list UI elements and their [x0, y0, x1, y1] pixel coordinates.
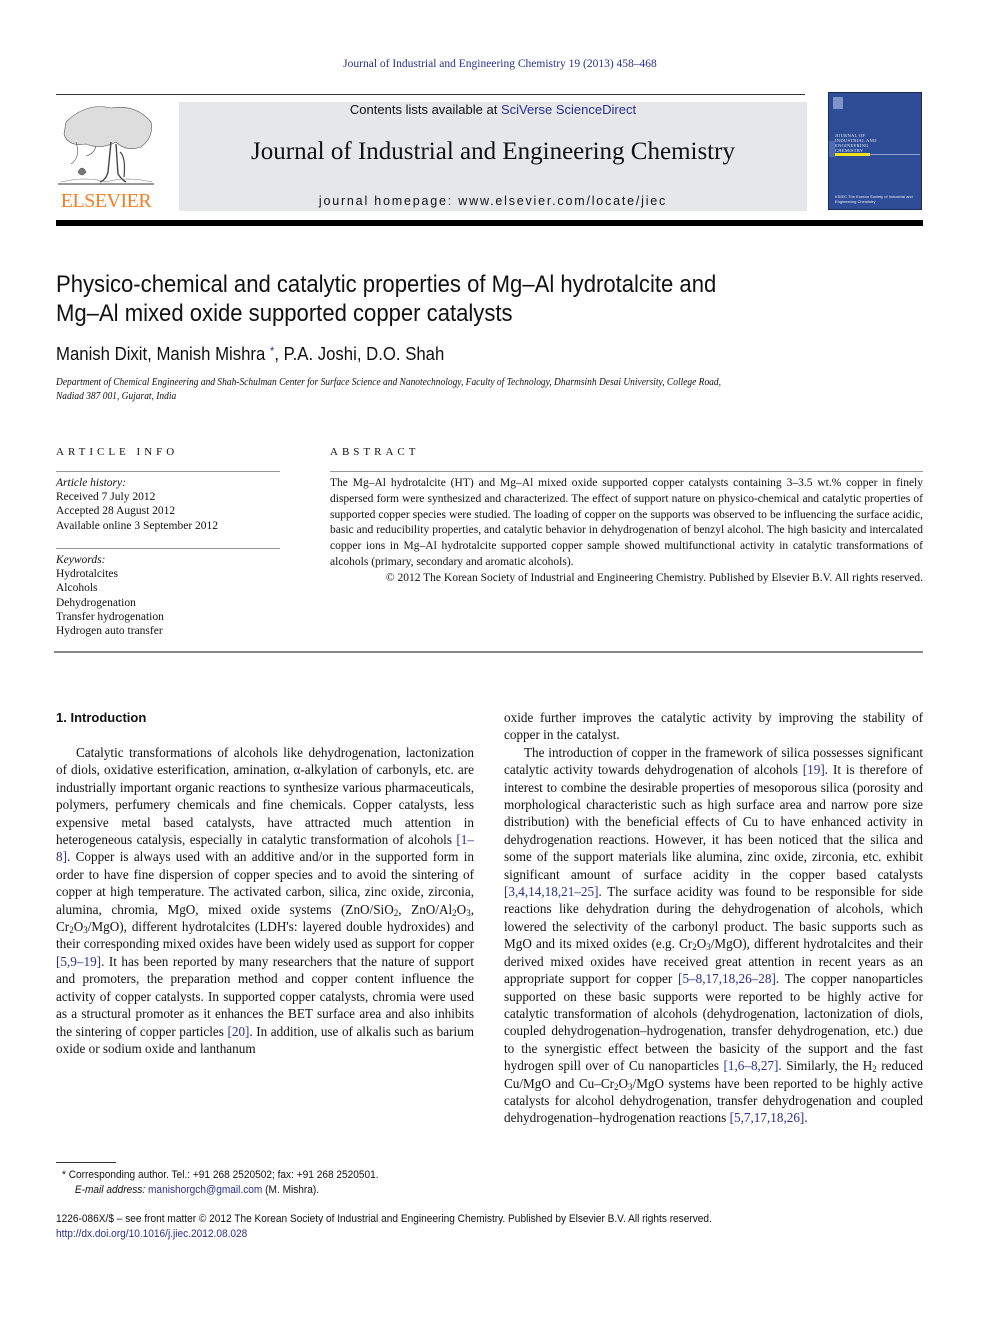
text-span: . It is therefore of interest to combine… [504, 762, 923, 882]
keyword-item: Dehydrogenation [56, 596, 136, 609]
affiliation-line-1: Department of Chemical Engineering and S… [56, 377, 721, 388]
reference-link[interactable]: [1,6–8,27] [723, 1058, 778, 1073]
info-divider [56, 471, 280, 472]
footnote-line-2: E-mail address: manishorgch@gmail.com (M… [62, 1183, 494, 1198]
reference-link[interactable]: [5,7,17,18,26] [730, 1110, 805, 1125]
history-label: Article history: [56, 477, 126, 489]
keywords: Keywords: Hydrotalcites Alcohols Dehydro… [56, 553, 164, 638]
info-divider [56, 548, 280, 549]
abstract-divider [330, 471, 923, 472]
reference-link[interactable]: [3,4,14,18,21–25] [504, 884, 599, 899]
email-label: E-mail address: [74, 1183, 146, 1196]
masthead-banner: Contents lists available at SciVerse Sci… [179, 102, 807, 211]
text-span: /MgO), different hydrotalcites (LDH's: l… [56, 919, 474, 952]
cover-society-text: KSIEC The Korean Society of Industrial a… [835, 194, 913, 204]
title-line-2: Mg–Al mixed oxide supported copper catal… [56, 300, 513, 327]
text-span: , ZnO/Al [398, 901, 453, 917]
abstract-copyright: © 2012 The Korean Society of Industrial … [385, 571, 923, 584]
body-column-right: oxide further improves the catalytic act… [504, 709, 923, 1127]
top-rule [56, 94, 805, 95]
footnote-contact: Corresponding author. Tel.: +91 268 2520… [65, 1169, 379, 1181]
article-title: Physico-chemical and catalytic propertie… [56, 270, 847, 328]
body-column-left: Catalytic transformations of alcohols li… [56, 744, 474, 1057]
footnote-line-1: * Corresponding author. Tel.: +91 268 25… [62, 1168, 494, 1183]
reference-link[interactable]: [5–8,17,18,26–28] [678, 971, 776, 986]
tree-logo-icon [58, 106, 154, 185]
issn-line: 1226-086X/$ – see front matter © 2012 Th… [56, 1213, 712, 1225]
elsevier-logo[interactable]: ELSEVIER [54, 100, 158, 214]
affiliation: Department of Chemical Engineering and S… [56, 376, 920, 404]
header-thick-rule [56, 220, 923, 226]
doi-link[interactable]: http://dx.doi.org/10.1016/j.jiec.2012.08… [56, 1228, 247, 1240]
reference-link[interactable]: [19] [803, 762, 825, 777]
cover-title: JOURNAL OF INDUSTRIAL AND ENGINEERING CH… [835, 133, 877, 153]
corresponding-author-footnote: * Corresponding author. Tel.: +91 268 25… [62, 1168, 494, 1197]
elsevier-wordmark: ELSEVIER [60, 190, 152, 212]
text-span: O [73, 919, 84, 935]
keyword-item: Transfer hydrogenation [56, 610, 164, 623]
front-matter-divider [54, 651, 923, 653]
issn-copyright-block: 1226-086X/$ – see front matter © 2012 Th… [56, 1212, 884, 1242]
text-span: . [804, 1110, 808, 1126]
contents-line: Contents lists available at SciVerse Sci… [179, 102, 807, 117]
email-link[interactable]: manishorgch@gmail.com [148, 1184, 262, 1196]
journal-cover-thumbnail[interactable]: JOURNAL OF INDUSTRIAL AND ENGINEERING CH… [828, 92, 922, 210]
history-item: Accepted 28 August 2012 [56, 505, 176, 518]
keywords-label: Keywords: [56, 554, 106, 566]
text-span: O [618, 1075, 629, 1091]
email-suffix: (M. Mishra). [262, 1183, 320, 1196]
text-span: Catalytic transformations of alcohols li… [56, 745, 474, 848]
running-head-citation[interactable]: Journal of Industrial and Engineering Ch… [0, 58, 992, 70]
keyword-item: Hydrogen auto transfer [56, 625, 163, 638]
journal-homepage-link[interactable]: journal homepage: www.elsevier.com/locat… [179, 194, 807, 208]
abstract-body: The Mg–Al hydrotalcite (HT) and Mg–Al mi… [330, 476, 923, 587]
journal-name[interactable]: Journal of Industrial and Engineering Ch… [179, 138, 807, 166]
history-item: Available online 3 September 2012 [56, 519, 219, 532]
intro-paragraph-1: Catalytic transformations of alcohols li… [56, 744, 474, 1057]
article-info-heading: ARTICLE INFO [56, 446, 179, 458]
intro-paragraph-2: The introduction of copper in the framew… [504, 744, 923, 1127]
keyword-item: Hydrotalcites [56, 568, 118, 581]
text-span: O [456, 901, 467, 917]
contents-prefix: Contents lists available at [349, 102, 501, 117]
article-history: Article history: Received 7 July 2012 Ac… [56, 476, 218, 533]
cover-logo-icon [833, 97, 843, 109]
affiliation-line-2: Nadiad 387 001, Gujarat, India [56, 391, 177, 402]
text-span: . Similarly, the H [778, 1058, 873, 1074]
reference-link[interactable]: [5,9–19] [56, 954, 101, 969]
authors-text[interactable]: Manish Dixit, Manish Mishra [56, 344, 265, 364]
reference-link[interactable]: [20] [227, 1024, 249, 1039]
sciencedirect-link[interactable]: SciVerse ScienceDirect [501, 102, 636, 117]
history-item: Received 7 July 2012 [56, 491, 156, 504]
cover-line [870, 154, 920, 155]
intro-paragraph-1-end: oxide further improves the catalytic act… [504, 710, 923, 743]
author-list: Manish Dixit, Manish Mishra *, P.A. Josh… [56, 344, 444, 365]
keyword-item: Alcohols [56, 582, 98, 595]
text-span: O [696, 936, 707, 952]
footnote-rule [56, 1162, 116, 1163]
abstract-text: The Mg–Al hydrotalcite (HT) and Mg–Al mi… [330, 477, 923, 568]
authors-rest[interactable]: , P.A. Joshi, D.O. Shah [274, 344, 444, 364]
section-heading-introduction: 1. Introduction [56, 710, 147, 725]
abstract-heading: ABSTRACT [330, 446, 420, 458]
cover-yellow-bar [835, 153, 870, 156]
title-line-1: Physico-chemical and catalytic propertie… [56, 271, 717, 298]
